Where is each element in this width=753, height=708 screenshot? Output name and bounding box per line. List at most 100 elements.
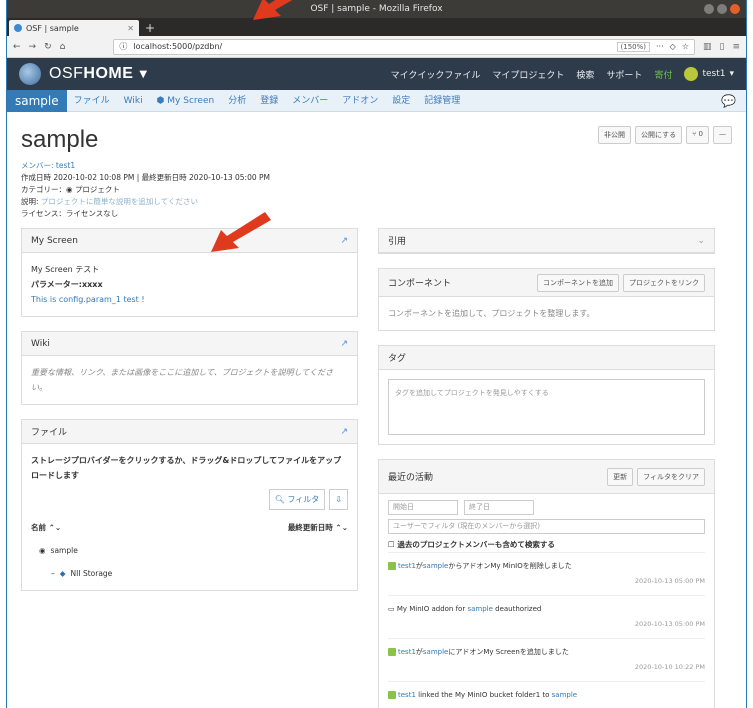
project-nav-settings[interactable]: 設定: [385, 90, 417, 112]
comment-icon[interactable]: 💬: [721, 94, 736, 108]
project-nav-contributors[interactable]: メンバー: [285, 90, 335, 112]
components-body: コンポーネントを追加して、プロジェクトを整理します。: [388, 309, 595, 318]
browser-window: OSF | sample - Mozilla Firefox OSF | sam…: [6, 0, 747, 708]
activity-project-link[interactable]: sample: [552, 691, 577, 699]
more-button[interactable]: —: [713, 126, 732, 144]
files-intro: ストレージプロバイダーをクリックするか、ドラッグ&ドロップしてファイルをアップロ…: [31, 456, 342, 480]
activity-project-link[interactable]: sample: [423, 562, 448, 570]
end-date-input[interactable]: 終了日: [464, 500, 534, 515]
osf-brand[interactable]: OSFHOME: [49, 65, 133, 83]
close-tab-icon[interactable]: ✕: [127, 24, 134, 33]
citation-panel[interactable]: 引用 ⌄: [378, 228, 715, 254]
browser-tab[interactable]: OSF | sample ✕: [9, 20, 139, 36]
activity-user-link[interactable]: test1: [398, 691, 416, 699]
fork-button[interactable]: ⑂ 0: [686, 126, 709, 144]
menu-my-projects[interactable]: マイプロジェクト: [492, 68, 564, 81]
tags-input[interactable]: タグを追加してプロジェクトを発見しやすくする: [388, 379, 705, 435]
list-item: test1がsampleにアドオンMy Screenを追加しました 2020-1…: [388, 638, 705, 681]
url-bar[interactable]: ⓘ localhost:5000/pzdbn/ (150%) ··· ◇ ☆: [113, 38, 695, 55]
window-titlebar: OSF | sample - Mozilla Firefox: [7, 0, 746, 18]
members-label[interactable]: メンバー:: [21, 161, 54, 170]
avatar: [388, 648, 396, 656]
license[interactable]: ライセンス：ライセンスなし: [21, 208, 732, 220]
menu-support[interactable]: サポート: [606, 68, 642, 81]
annotation-arrow-icon: [253, 0, 293, 20]
col-modified[interactable]: 最終更新日時 ⌃⌄: [288, 520, 348, 535]
col-name[interactable]: 名前 ⌃⌄: [31, 520, 61, 535]
project-nav: sample ファイル Wiki ⬢ My Screen 分析 登録 メンバー …: [7, 89, 746, 112]
make-public-button[interactable]: 公開にする: [635, 126, 683, 144]
activity-project-link[interactable]: sample: [423, 648, 448, 656]
member-link[interactable]: test1: [56, 161, 75, 170]
zoom-level[interactable]: (150%): [616, 41, 651, 52]
include-past-checkbox[interactable]: ☐ 過去のプロジェクトメンバーも含めて検索する: [388, 537, 705, 552]
minimize-icon[interactable]: [704, 4, 714, 14]
new-tab-icon[interactable]: +: [145, 20, 155, 36]
reload-icon[interactable]: ↻: [44, 42, 52, 52]
annotation-arrow-icon: [211, 212, 271, 252]
library-icon[interactable]: ▥: [703, 42, 712, 52]
external-link-icon[interactable]: ↗: [340, 427, 348, 437]
tab-strip: OSF | sample ✕ +: [7, 18, 746, 36]
info-icon[interactable]: ⓘ: [119, 41, 127, 52]
link-projects-button[interactable]: プロジェクトをリンク: [623, 273, 705, 292]
menu-donate[interactable]: 寄付: [654, 68, 672, 81]
activity-project-link[interactable]: sample: [467, 605, 492, 613]
project-nav-records[interactable]: 記録管理: [417, 90, 467, 112]
page-actions-icon[interactable]: ···: [656, 42, 664, 51]
external-link-icon[interactable]: ↗: [340, 339, 348, 349]
osf-logo-icon[interactable]: [19, 63, 41, 85]
filter-button[interactable]: 🔍︎ フィルタ: [268, 489, 326, 510]
list-item: test1がsampleからアドオンMy MinIOを削除しました 2020-1…: [388, 552, 705, 595]
window-title: OSF | sample - Mozilla Firefox: [310, 4, 443, 14]
project-nav-files[interactable]: ファイル: [67, 90, 117, 112]
project-nav-home[interactable]: sample: [7, 89, 67, 112]
project-nav-myscreen[interactable]: ⬢ My Screen: [150, 90, 222, 112]
project-nav-addons[interactable]: アドオン: [335, 90, 385, 112]
tree-item[interactable]: ◉ sample: [39, 543, 348, 558]
refresh-button[interactable]: 更新: [607, 467, 634, 486]
activity-title: 最近の活動: [388, 473, 434, 483]
myscreen-line2: パラメーター:xxxx: [31, 280, 103, 289]
project-meta: メンバー: test1 作成日時 2020-10-02 10:08 PM | 最…: [21, 160, 732, 220]
chevron-down-icon[interactable]: ⌄: [697, 236, 705, 246]
files-panel-title: ファイル: [31, 428, 68, 438]
maximize-icon[interactable]: [717, 4, 727, 14]
project-nav-wiki[interactable]: Wiki: [117, 90, 150, 112]
user-filter-input[interactable]: ユーザーでフィルタ (現在のメンバーから選択): [388, 519, 705, 534]
menu-my-quick-files[interactable]: マイクイックファイル: [391, 68, 481, 81]
expand-icon[interactable]: –: [51, 566, 55, 581]
sidebar-icon[interactable]: ▯: [720, 42, 725, 52]
chevron-down-icon[interactable]: ▼: [139, 69, 147, 80]
tree-item[interactable]: – ◆ NII Storage: [51, 566, 348, 581]
back-icon[interactable]: ←: [13, 42, 21, 52]
home-icon[interactable]: ⌂: [60, 42, 66, 52]
add-component-button[interactable]: コンポーネントを追加: [537, 273, 619, 292]
browser-navbar: ← → ↻ ⌂ ⓘ localhost:5000/pzdbn/ (150%) ·…: [7, 36, 746, 58]
start-date-input[interactable]: 開始日: [388, 500, 458, 515]
private-button[interactable]: 非公開: [598, 126, 632, 144]
close-window-icon[interactable]: [730, 4, 740, 14]
menu-search[interactable]: 検索: [576, 68, 594, 81]
list-item: ▭ My MinIO addon for sample deauthorized…: [388, 595, 705, 638]
activity-user-link[interactable]: test1: [398, 562, 416, 570]
page-title: sample: [21, 126, 99, 153]
menu-hamburger-icon[interactable]: ≡: [732, 42, 740, 52]
pocket-icon[interactable]: ◇: [670, 42, 676, 51]
project-nav-registrations[interactable]: 登録: [253, 90, 285, 112]
description-value[interactable]: プロジェクトに簡単な説明を追加してください: [41, 197, 198, 206]
myscreen-icon: ⬢: [156, 95, 168, 106]
activity-user-link[interactable]: test1: [398, 648, 416, 656]
myscreen-panel-title: My Screen: [31, 235, 78, 246]
tab-label: OSF | sample: [26, 23, 79, 33]
project-icon: ◉: [39, 546, 46, 555]
category-value: プロジェクト: [74, 185, 120, 194]
activity-panel: 最近の活動 更新 フィルタをクリア 開始日 終了日 ユーザーでフィルタ (現在の…: [378, 459, 715, 708]
forward-icon[interactable]: →: [29, 42, 37, 52]
user-menu[interactable]: test1 ▾: [684, 67, 734, 81]
download-icon[interactable]: ⇩: [329, 489, 348, 510]
clear-filter-button[interactable]: フィルタをクリア: [637, 467, 705, 486]
bookmark-star-icon[interactable]: ☆: [682, 42, 689, 51]
project-nav-analytics[interactable]: 分析: [221, 90, 253, 112]
external-link-icon[interactable]: ↗: [340, 236, 348, 246]
